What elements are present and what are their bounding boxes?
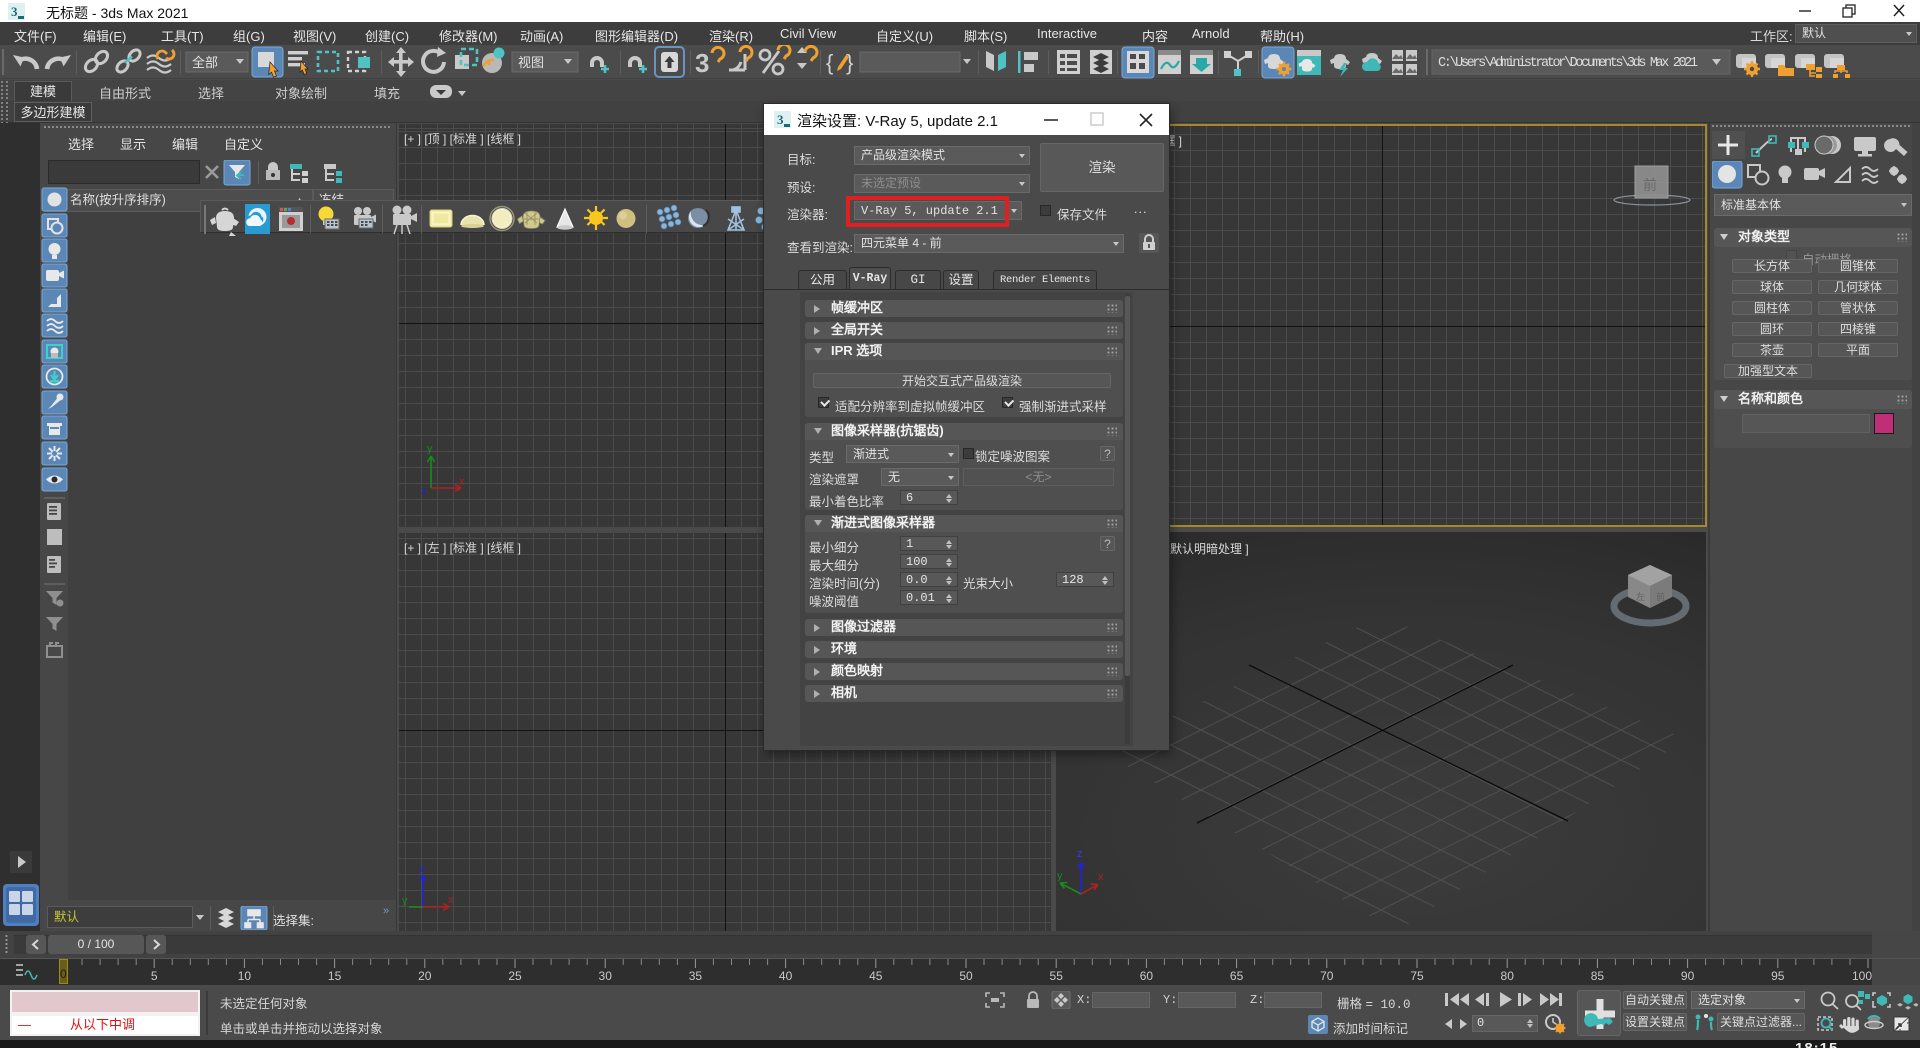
svg-text:100: 100 (1852, 969, 1872, 983)
svg-text:x: x (448, 894, 453, 906)
svg-text:C:\Users\Administrator\Documen: C:\Users\Administrator\Documents\3ds Max… (1438, 56, 1698, 71)
svg-text:前: 前 (1643, 177, 1657, 193)
svg-text:z: z (421, 485, 427, 494)
svg-text:10: 10 (238, 969, 252, 983)
svg-text:}: } (846, 50, 853, 75)
svg-text:70: 70 (1320, 969, 1334, 983)
svg-text:30: 30 (599, 969, 613, 983)
svg-text:55: 55 (1050, 969, 1064, 983)
svg-text:85: 85 (1591, 969, 1605, 983)
svg-text:60: 60 (1140, 969, 1154, 983)
svg-text:视图: 视图 (518, 55, 544, 70)
svg-text:45: 45 (869, 969, 883, 983)
svg-text:z: z (419, 863, 425, 875)
svg-text:35: 35 (689, 969, 703, 983)
svg-text:25: 25 (508, 969, 522, 983)
svg-text:左: 左 (1636, 591, 1645, 602)
svg-text:x: x (459, 476, 465, 488)
svg-text:{: { (826, 50, 833, 75)
svg-text:全部: 全部 (192, 55, 218, 70)
svg-text:y: y (402, 895, 408, 907)
svg-text:y: y (427, 443, 433, 455)
svg-text:15: 15 (328, 969, 342, 983)
svg-text:x: x (1098, 871, 1104, 883)
svg-text:3: 3 (695, 48, 709, 78)
svg-text:y: y (1057, 870, 1063, 882)
svg-text:80: 80 (1501, 969, 1515, 983)
svg-text:40: 40 (779, 969, 793, 983)
svg-text:50: 50 (959, 969, 973, 983)
svg-text:75: 75 (1410, 969, 1424, 983)
svg-text:3: 3 (777, 112, 784, 127)
svg-text:95: 95 (1771, 969, 1785, 983)
svg-text:90: 90 (1681, 969, 1695, 983)
svg-text:20: 20 (418, 969, 432, 983)
svg-text:5: 5 (151, 969, 158, 983)
svg-text:65: 65 (1230, 969, 1244, 983)
svg-text:前: 前 (1656, 591, 1665, 602)
svg-text:3: 3 (11, 4, 18, 19)
svg-text:z: z (1077, 848, 1083, 860)
